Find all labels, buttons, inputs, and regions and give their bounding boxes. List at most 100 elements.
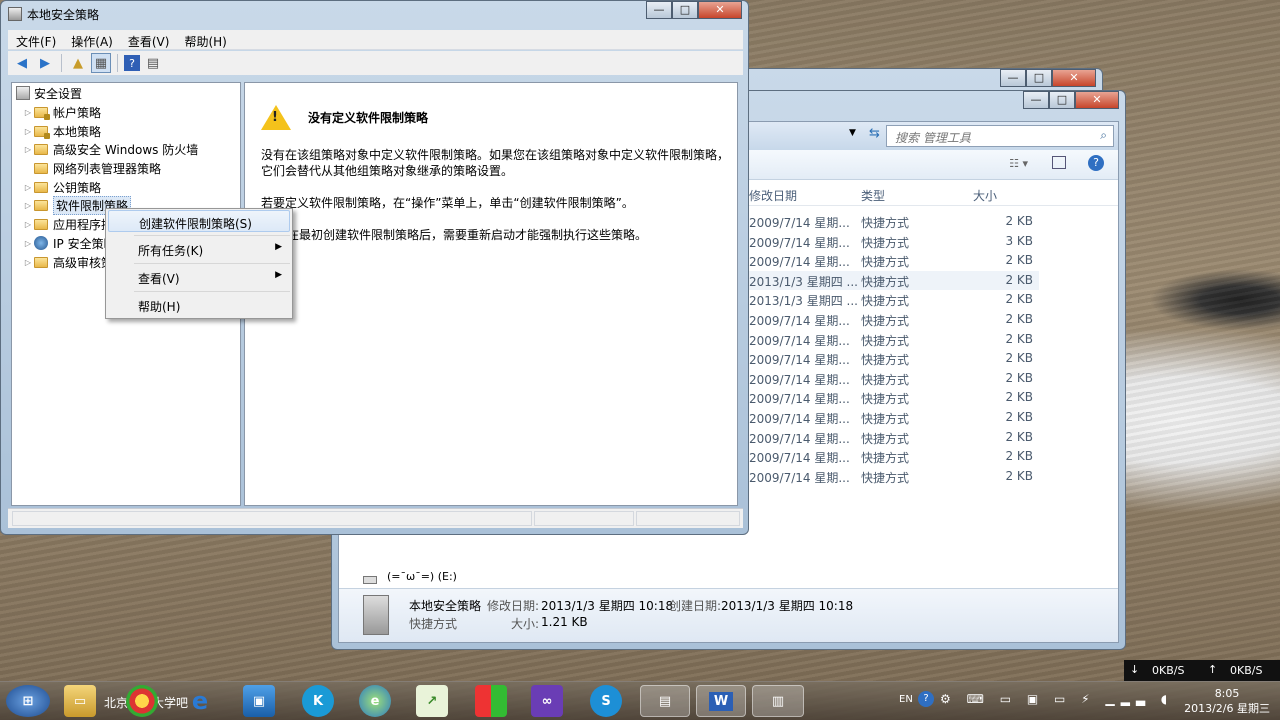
- maximize-button[interactable]: □: [672, 1, 698, 19]
- detail-size: 1.21 KB: [541, 615, 588, 629]
- help-tray-icon[interactable]: ?: [918, 691, 934, 707]
- table-row[interactable]: 2009/7/14 星期... 快捷方式 2 KB: [749, 369, 1039, 389]
- search-icon[interactable]: ⌕: [1100, 128, 1107, 143]
- drive-label[interactable]: (=¯ω¯=) (E:): [387, 570, 457, 583]
- back-arrow-icon[interactable]: ◀: [12, 53, 32, 73]
- folder-icon: [34, 218, 48, 230]
- tree-item-firewall[interactable]: ▷ 高级安全 Windows 防火墙: [22, 140, 198, 158]
- local-security-policy-taskbar-icon[interactable]: ▥: [752, 685, 804, 717]
- office-app-icon[interactable]: [475, 685, 507, 717]
- table-row[interactable]: 2009/7/14 星期... 快捷方式 2 KB: [749, 310, 1039, 330]
- close-button[interactable]: ✕: [698, 1, 742, 19]
- preview-pane-icon[interactable]: [1052, 156, 1066, 169]
- cell-type: 快捷方式: [861, 451, 910, 466]
- menu-item-all-tasks[interactable]: 所有任务(K) ▶: [108, 238, 290, 260]
- expand-icon[interactable]: ▷: [22, 258, 34, 267]
- table-row[interactable]: 2009/7/14 星期... 快捷方式 2 KB: [749, 408, 1039, 428]
- column-size[interactable]: 大小: [973, 187, 997, 204]
- refresh-icon[interactable]: ⇆: [869, 126, 880, 141]
- cell-date: 2009/7/14 星期...: [749, 470, 850, 485]
- close-button[interactable]: ✕: [1052, 69, 1096, 87]
- tree-item-advanced-audit[interactable]: ▷ 高级审核策: [22, 253, 113, 271]
- ime-indicator[interactable]: EN: [899, 694, 913, 705]
- table-row[interactable]: 2009/7/14 星期... 快捷方式 2 KB: [749, 447, 1039, 467]
- table-row[interactable]: 2009/7/14 星期... 快捷方式 2 KB: [749, 330, 1039, 350]
- help-icon[interactable]: ?: [124, 55, 140, 71]
- detail-created-label: 创建日期:: [669, 599, 722, 613]
- menu-view[interactable]: 查看(V): [120, 30, 177, 49]
- menu-separator: [134, 263, 290, 264]
- table-row[interactable]: 2013/1/3 星期四 ... 快捷方式 2 KB: [749, 290, 1039, 310]
- menu-help[interactable]: 帮助(H): [176, 30, 233, 49]
- tree-item-local-policies[interactable]: ▷ 本地策略: [22, 122, 101, 140]
- explorer-taskbar-icon[interactable]: ▭: [64, 685, 96, 717]
- tree-item-ip-security[interactable]: ▷ IP 安全策略: [22, 234, 116, 252]
- expand-icon[interactable]: ▷: [22, 108, 34, 117]
- column-type[interactable]: 类型: [861, 187, 885, 204]
- tree-item-network-list[interactable]: 网络列表管理器策略: [22, 159, 161, 177]
- search-input[interactable]: 搜索 管理工具 ⌕: [886, 125, 1114, 147]
- expand-icon[interactable]: ▷: [22, 239, 34, 248]
- table-row[interactable]: 2009/7/14 星期... 快捷方式 2 KB: [749, 349, 1039, 369]
- start-button[interactable]: ⊞: [6, 685, 50, 717]
- tree-root[interactable]: 安全设置: [16, 84, 82, 102]
- maximize-button[interactable]: □: [1049, 91, 1075, 109]
- tree-item-public-key[interactable]: ▷ 公钥策略: [22, 178, 101, 196]
- help-icon[interactable]: ?: [1088, 155, 1104, 171]
- minimize-button[interactable]: —: [1000, 69, 1026, 87]
- result-paragraph-1b: 它们会替代从其他组策略对象继承的策略设置。: [261, 164, 514, 178]
- views-icon[interactable]: ☷ ▾: [1009, 157, 1028, 170]
- cell-type: 快捷方式: [861, 431, 910, 446]
- table-row[interactable]: 2009/7/14 星期... 快捷方式 2 KB: [749, 212, 1039, 232]
- ie-icon[interactable]: e: [184, 685, 216, 717]
- cell-date: 2013/1/3 星期四 ...: [749, 294, 858, 309]
- visual-studio-icon[interactable]: ∞: [531, 685, 563, 717]
- tree-item-account-policies[interactable]: ▷ 帐户策略: [22, 103, 101, 121]
- close-button[interactable]: ✕: [1075, 91, 1119, 109]
- maximize-button[interactable]: □: [1026, 69, 1052, 87]
- cell-type: 快捷方式: [861, 274, 910, 289]
- menu-separator: [134, 235, 290, 236]
- chrome-icon[interactable]: [126, 685, 158, 717]
- word-taskbar-icon[interactable]: W: [696, 685, 746, 717]
- table-row[interactable]: 2009/7/14 星期... 快捷方式 2 KB: [749, 467, 1039, 487]
- table-row[interactable]: 2009/7/14 星期... 快捷方式 2 KB: [749, 251, 1039, 271]
- tree-label: 高级安全 Windows 防火墙: [53, 142, 199, 157]
- tree-root-label: 安全设置: [34, 86, 83, 101]
- globe-app-icon[interactable]: e: [359, 685, 391, 717]
- menu-item-view[interactable]: 查看(V) ▶: [108, 266, 290, 288]
- menu-item-create-policy[interactable]: 创建软件限制策略(S): [108, 210, 290, 232]
- chart-app-icon[interactable]: ↗: [416, 685, 448, 717]
- expand-icon[interactable]: ▷: [22, 127, 34, 136]
- minimize-button[interactable]: —: [1023, 91, 1049, 109]
- expand-icon[interactable]: ▷: [22, 220, 34, 229]
- cell-size: 2 KB: [1005, 429, 1033, 444]
- expand-icon[interactable]: ▷: [22, 145, 34, 154]
- menu-item-help[interactable]: 帮助(H): [108, 294, 290, 316]
- menu-file[interactable]: 文件(F): [8, 30, 63, 49]
- tree-label: 公钥策略: [53, 180, 102, 195]
- properties-icon[interactable]: ▤: [143, 53, 163, 73]
- s-app-icon[interactable]: S: [590, 685, 622, 717]
- tray-icons[interactable]: ⚙ ⌨ ▭ ▣ ▭ ⚡ ▁▂▃ ◖: [940, 692, 1173, 706]
- clock[interactable]: 8:05 2013/2/6 星期三: [1184, 686, 1270, 716]
- column-modified[interactable]: 修改日期: [749, 187, 797, 204]
- app-cube-icon[interactable]: ▣: [243, 685, 275, 717]
- k-app-icon[interactable]: K: [302, 685, 334, 717]
- tree-item-app-control[interactable]: ▷ 应用程序控: [22, 215, 113, 233]
- forward-arrow-icon[interactable]: ▶: [35, 53, 55, 73]
- management-console-taskbar-icon[interactable]: ▤: [640, 685, 690, 717]
- minimize-button[interactable]: —: [646, 1, 672, 19]
- show-tree-icon[interactable]: ▦: [91, 53, 111, 73]
- expand-icon[interactable]: ▷: [22, 201, 34, 210]
- table-row[interactable]: 2009/7/14 星期... 快捷方式 3 KB: [749, 232, 1039, 252]
- table-row[interactable]: 2009/7/14 星期... 快捷方式 2 KB: [749, 428, 1039, 448]
- table-row[interactable]: 2009/7/14 星期... 快捷方式 2 KB: [749, 388, 1039, 408]
- table-row[interactable]: 2013/1/3 星期四 ... 快捷方式 2 KB: [749, 270, 1039, 291]
- menu-action[interactable]: 操作(A): [63, 30, 120, 49]
- expand-icon[interactable]: ▷: [22, 183, 34, 192]
- status-cell: [12, 511, 532, 526]
- cell-size: 2 KB: [1005, 468, 1033, 483]
- up-folder-icon[interactable]: ▲: [68, 53, 88, 73]
- address-dropdown-icon[interactable]: ▼: [849, 128, 856, 138]
